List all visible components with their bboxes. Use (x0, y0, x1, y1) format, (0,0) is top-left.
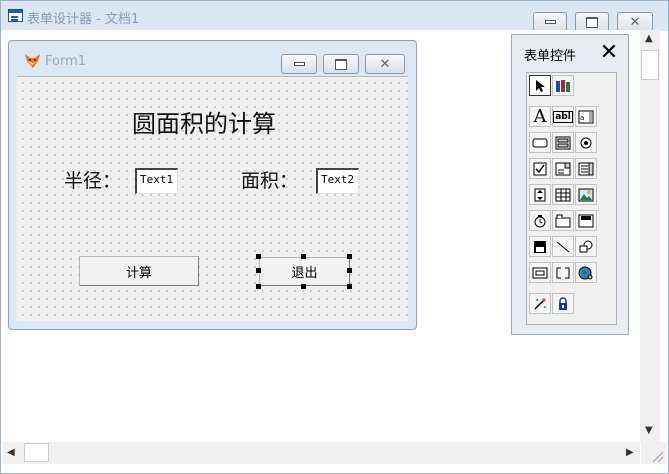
form1-close-button[interactable]: ✕ (365, 54, 405, 74)
separator-icon (556, 267, 570, 278)
form1-titlebar[interactable]: Form1 ✕ (9, 41, 416, 77)
text1-textbox[interactable]: Text1 (135, 168, 178, 194)
window-titlebar[interactable]: 表单设计器 - 文档1 ✕ (1, 1, 668, 32)
select-objects-tool[interactable] (529, 75, 551, 96)
form1-maximize-button[interactable] (323, 54, 359, 74)
vertical-scrollbar[interactable]: ▲ ▼ (640, 30, 660, 442)
spinner-icon (534, 188, 546, 201)
scroll-down-arrow-icon[interactable]: ▼ (645, 426, 653, 436)
ole-container-tool[interactable] (575, 210, 597, 231)
pageframe-icon (555, 214, 571, 227)
command-group-tool[interactable] (552, 132, 574, 153)
selection-handle[interactable] (347, 284, 352, 289)
magic-wand-icon (534, 298, 546, 310)
hyperlink-tool[interactable] (575, 262, 597, 283)
scroll-left-arrow-icon[interactable]: ◀ (7, 448, 15, 458)
scroll-right-arrow-icon[interactable]: ▶ (626, 448, 634, 458)
exit-button[interactable]: 退出 (259, 257, 350, 286)
separator-tool[interactable] (552, 262, 574, 283)
selection-handle[interactable] (256, 284, 261, 289)
form1-minimize-button[interactable] (281, 54, 317, 74)
label-tool[interactable]: A (529, 106, 551, 127)
container-icon (532, 267, 548, 278)
scroll-up-arrow-icon[interactable]: ▲ (645, 34, 653, 44)
line-tool[interactable] (552, 236, 574, 257)
combobox-icon (555, 162, 571, 175)
line-icon (556, 241, 570, 252)
grid-tool[interactable] (552, 184, 574, 205)
window-title: 表单设计器 - 文档1 (27, 12, 140, 27)
foxpro-fox-icon (25, 54, 40, 68)
close-button[interactable]: ✕ (617, 12, 653, 32)
vertical-scroll-thumb[interactable] (641, 50, 659, 80)
editbox-icon: a (578, 110, 594, 123)
horizontal-scrollbar[interactable]: ◀ ▶ (3, 442, 640, 464)
selection-handle[interactable] (301, 284, 306, 289)
textbox-tool-glyph: abl (553, 110, 573, 123)
listbox-icon (578, 162, 594, 175)
resize-grip-icon (652, 451, 664, 463)
selection-handle[interactable] (347, 254, 352, 259)
view-classes-tool[interactable] (552, 75, 574, 96)
image-icon (578, 188, 594, 201)
minimize-button[interactable] (533, 12, 567, 32)
shape-icon (579, 240, 593, 252)
ole-bound-tool[interactable] (529, 236, 551, 257)
form-controls-toolbar: 表单控件 ✕ A abl a (511, 34, 629, 335)
minimize-icon (293, 62, 305, 66)
button-lock-tool[interactable] (552, 293, 574, 314)
editbox-tool[interactable]: a (575, 106, 597, 127)
horizontal-scroll-thumb[interactable] (24, 443, 49, 462)
pointer-icon (536, 79, 545, 92)
builder-lock-tool[interactable] (529, 293, 551, 314)
selection-handle[interactable] (256, 254, 261, 259)
command-button-tool[interactable] (529, 132, 551, 153)
form-designer-app-icon (8, 9, 23, 22)
checkbox-icon (533, 162, 547, 175)
option-group-icon (580, 137, 592, 148)
toolbar-title: 表单控件 (524, 49, 577, 64)
checkbox-tool[interactable] (529, 158, 551, 179)
resize-grip[interactable] (641, 442, 667, 464)
label-area[interactable]: 面积： (241, 166, 298, 193)
container-tool[interactable] (529, 262, 551, 283)
shape-tool[interactable] (575, 236, 597, 257)
maximize-button[interactable] (575, 12, 609, 32)
label-radius[interactable]: 半径： (64, 166, 121, 193)
form1-title: Form1 (45, 54, 87, 69)
text2-textbox[interactable]: Text2 (316, 168, 359, 194)
image-tool[interactable] (575, 184, 597, 205)
toolbar-close-button[interactable]: ✕ (597, 42, 621, 66)
selection-handle[interactable] (256, 268, 261, 273)
globe-icon (578, 266, 593, 279)
svg-text:a: a (580, 114, 584, 122)
timer-icon (534, 214, 546, 227)
label-heading[interactable]: 圆面积的计算 (132, 104, 276, 139)
close-icon: ✕ (379, 56, 391, 72)
command-group-icon (555, 136, 571, 149)
timer-tool[interactable] (529, 210, 551, 231)
calculate-button[interactable]: 计算 (79, 256, 199, 286)
combobox-tool[interactable] (552, 158, 574, 179)
ole-bound-icon (534, 240, 546, 253)
pageframe-tool[interactable] (552, 210, 574, 231)
maximize-icon (586, 16, 598, 28)
minimize-icon (544, 20, 556, 24)
selection-handle[interactable] (301, 254, 306, 259)
option-group-tool[interactable] (575, 132, 597, 153)
close-icon: ✕ (629, 14, 641, 30)
textbox-tool[interactable]: abl (552, 106, 574, 127)
grid-icon (555, 188, 571, 201)
maximize-icon (335, 58, 347, 70)
ole-container-icon (578, 214, 594, 227)
command-button-icon (532, 138, 548, 147)
spinner-tool[interactable] (529, 184, 551, 205)
listbox-tool[interactable] (575, 158, 597, 179)
lock-icon (559, 296, 567, 310)
selection-handle[interactable] (347, 268, 352, 273)
books-icon (556, 79, 570, 92)
